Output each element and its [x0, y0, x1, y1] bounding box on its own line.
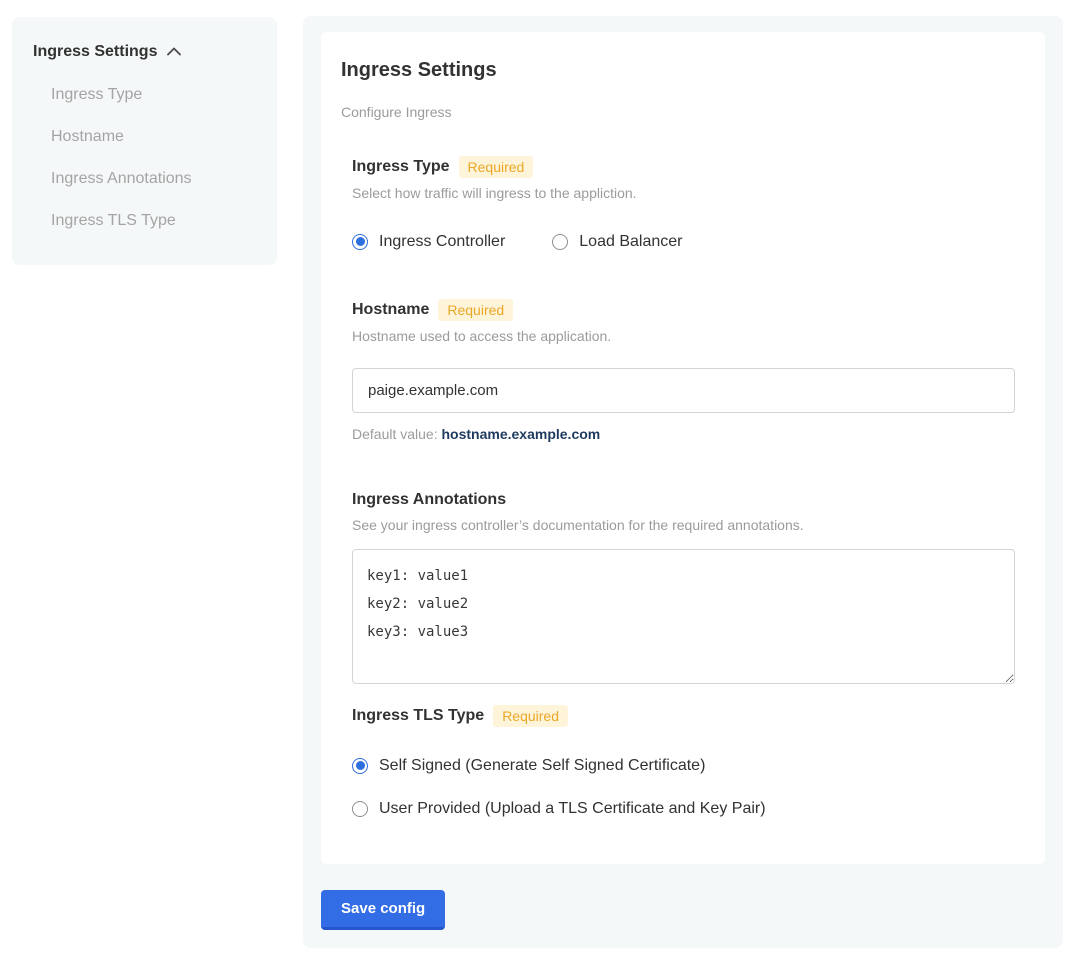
radio-load-balancer[interactable]: Load Balancer — [552, 232, 682, 251]
config-group-card: Ingress Settings Configure Ingress Ingre… — [321, 32, 1045, 864]
field-ingress-annotations: Ingress Annotations See your ingress con… — [352, 490, 1015, 684]
field-hostname: Hostname Required Hostname used to acces… — [352, 299, 1015, 443]
radio-ingress-controller[interactable]: Ingress Controller — [352, 232, 505, 251]
radio-label: User Provided (Upload a TLS Certificate … — [379, 799, 766, 818]
radio-icon[interactable] — [352, 758, 368, 774]
config-nav-sidebar: Ingress Settings Ingress Type Hostname I… — [12, 17, 277, 265]
default-value-prefix: Default value: — [352, 426, 442, 442]
chevron-up-icon — [167, 43, 181, 61]
default-value-text: hostname.example.com — [442, 426, 601, 442]
field-label: Hostname — [352, 300, 429, 320]
sidebar-item-list: Ingress Type Hostname Ingress Annotation… — [33, 87, 261, 229]
sidebar-item-hostname[interactable]: Hostname — [51, 129, 261, 145]
radio-icon[interactable] — [552, 234, 568, 250]
sidebar-group-label: Ingress Settings — [33, 43, 157, 61]
sidebar-item-ingress-type[interactable]: Ingress Type — [51, 87, 261, 103]
default-value-line: Default value: hostname.example.com — [352, 426, 1015, 443]
sidebar-item-ingress-tls-type[interactable]: Ingress TLS Type — [51, 213, 261, 229]
field-label: Ingress Annotations — [352, 490, 506, 510]
radio-icon[interactable] — [352, 801, 368, 817]
radio-label: Self Signed (Generate Self Signed Certif… — [379, 756, 705, 775]
field-help-text: Hostname used to access the application. — [352, 328, 1015, 345]
annotations-textarea[interactable]: key1: value1 key2: value2 key3: value3 — [352, 549, 1015, 684]
field-help-text: See your ingress controller’s documentat… — [352, 517, 1015, 534]
config-main-panel: Ingress Settings Configure Ingress Ingre… — [303, 16, 1063, 948]
save-config-button[interactable]: Save config — [321, 890, 445, 930]
page-title: Ingress Settings — [341, 58, 1015, 82]
radio-label: Load Balancer — [579, 232, 682, 251]
hostname-input[interactable] — [352, 368, 1015, 413]
required-badge: Required — [459, 156, 534, 178]
required-badge: Required — [493, 705, 568, 727]
field-ingress-type: Ingress Type Required Select how traffic… — [352, 156, 1015, 251]
sidebar-item-ingress-annotations[interactable]: Ingress Annotations — [51, 171, 261, 187]
page-subtitle: Configure Ingress — [341, 104, 1015, 120]
radio-label: Ingress Controller — [379, 232, 505, 251]
field-ingress-tls-type: Ingress TLS Type Required Self Signed (G… — [352, 705, 1015, 818]
radio-user-provided[interactable]: User Provided (Upload a TLS Certificate … — [352, 799, 1015, 818]
field-label: Ingress TLS Type — [352, 706, 484, 726]
sidebar-group-ingress-settings[interactable]: Ingress Settings — [33, 43, 261, 61]
radio-self-signed[interactable]: Self Signed (Generate Self Signed Certif… — [352, 756, 1015, 775]
required-badge: Required — [438, 299, 513, 321]
field-help-text: Select how traffic will ingress to the a… — [352, 185, 1015, 202]
radio-icon[interactable] — [352, 234, 368, 250]
ingress-type-radio-group: Ingress Controller Load Balancer — [352, 232, 1015, 251]
field-label: Ingress Type — [352, 157, 450, 177]
